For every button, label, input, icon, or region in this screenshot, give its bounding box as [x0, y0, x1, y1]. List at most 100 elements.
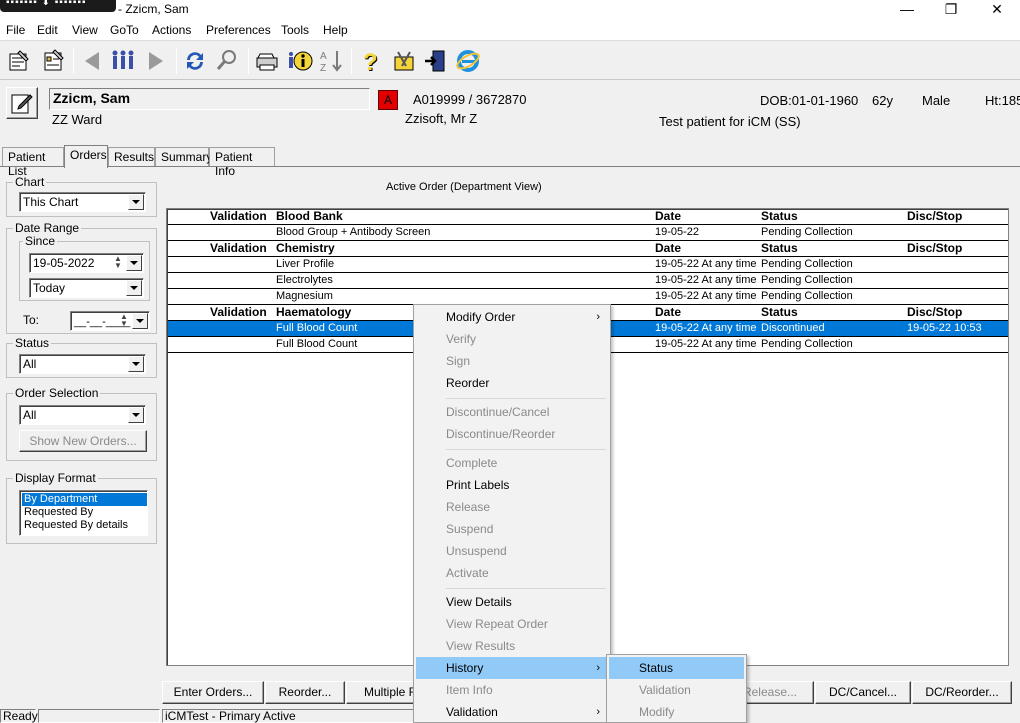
chevron-down-icon[interactable]: [126, 280, 142, 296]
to-date-picker[interactable]: __-__-____ ▲ ▼: [70, 311, 150, 331]
since-period-select[interactable]: Today: [29, 278, 144, 298]
menu-item-print-labels[interactable]: Print Labels: [416, 474, 608, 496]
menu-file[interactable]: File: [6, 23, 25, 37]
display-format-item[interactable]: Requested By details: [22, 519, 147, 532]
taskbar-badge: ▪▪▪▪▪▪▪ ⬇ ▪▪▪▪▪▪▪: [0, 0, 116, 12]
alert-badge[interactable]: A: [378, 90, 398, 110]
submenu-item-modify[interactable]: Modify: [609, 701, 744, 723]
menu-actions[interactable]: Actions: [152, 23, 191, 37]
show-new-orders-button[interactable]: Show New Orders...: [19, 430, 147, 452]
menu-item-complete[interactable]: Complete: [416, 452, 608, 474]
menu-item-suspend[interactable]: Suspend: [416, 518, 608, 540]
submenu-item-status[interactable]: Status: [609, 657, 744, 679]
back-arrow-icon[interactable]: [77, 46, 107, 76]
chevron-down-icon[interactable]: [126, 255, 142, 271]
chevron-down-icon[interactable]: [128, 407, 144, 423]
restore-button[interactable]: ❐: [928, 0, 974, 20]
menu-item-unsuspend[interactable]: Unsuspend: [416, 540, 608, 562]
edit-patient-button[interactable]: [6, 87, 38, 119]
submenu-item-validation[interactable]: Validation: [609, 679, 744, 701]
menu-item-sign[interactable]: Sign: [416, 350, 608, 372]
order-selection-label: Order Selection: [13, 386, 101, 400]
patient-list-icon[interactable]: [4, 46, 34, 76]
menu-item-view-details[interactable]: View Details: [416, 591, 608, 613]
menu-item-release[interactable]: Release: [416, 496, 608, 518]
menu-item-history[interactable]: History ›: [416, 657, 608, 679]
tab-patient-list[interactable]: Patient List: [2, 147, 64, 178]
menu-goto[interactable]: GoTo: [110, 23, 139, 37]
chevron-down-icon[interactable]: [132, 313, 148, 329]
date-spinner-icon[interactable]: ▲ ▼: [111, 255, 125, 271]
dc-reorder-button[interactable]: DC/Reorder...: [912, 681, 1012, 704]
help-icon[interactable]: ??: [356, 46, 386, 76]
refresh-icon[interactable]: [180, 46, 210, 76]
menu-preferences[interactable]: Preferences: [206, 23, 271, 37]
order-name: Full Blood Count: [276, 338, 358, 350]
menu-item-reorder[interactable]: Reorder: [416, 372, 608, 394]
order-name: Full Blood Count: [276, 322, 358, 334]
patient-name: Zzicm, Sam: [53, 90, 131, 106]
menu-help[interactable]: Help: [323, 23, 348, 37]
info-icon[interactable]: [285, 46, 315, 76]
table-row[interactable]: Magnesium 19-05-22 At any time Pending C…: [168, 289, 1008, 305]
print-icon[interactable]: [252, 46, 282, 76]
internet-explorer-icon[interactable]: [453, 46, 483, 76]
menu-tools[interactable]: Tools: [281, 23, 309, 37]
menu-item-view-repeat-order[interactable]: View Repeat Order: [416, 613, 608, 635]
status-label: Status: [13, 336, 52, 350]
chevron-right-icon: ›: [596, 311, 600, 323]
tab-orders[interactable]: Orders: [64, 145, 108, 168]
menu-item-verify[interactable]: Verify: [416, 328, 608, 350]
menu-separator: [446, 449, 606, 450]
dc-cancel-button[interactable]: DC/Cancel...: [815, 681, 911, 704]
table-row[interactable]: Blood Group + Antibody Screen 19-05-22 P…: [168, 225, 1008, 241]
orders-icon[interactable]: [38, 46, 68, 76]
col-status: Status: [761, 209, 798, 223]
status-select[interactable]: All: [19, 354, 146, 374]
display-format-list[interactable]: By Department Requested By Requested By …: [19, 490, 148, 536]
tab-summary[interactable]: Summary: [155, 147, 212, 167]
badge-text: ▪▪▪▪▪▪▪ ⬇ ▪▪▪▪▪▪▪: [6, 0, 87, 8]
patient-ids: A019999 / 3672870: [413, 92, 527, 107]
patient-age: 62y: [872, 93, 893, 108]
date-spinner-icon[interactable]: ▲ ▼: [117, 313, 131, 329]
menu-item-item-info[interactable]: Item Info: [416, 679, 608, 701]
release-button[interactable]: Release...: [740, 681, 814, 704]
enter-orders-button[interactable]: Enter Orders...: [162, 681, 264, 704]
people-icon[interactable]: [108, 46, 138, 76]
minimize-button[interactable]: —: [884, 0, 930, 20]
since-date-picker[interactable]: 19-05-2022 ▲ ▼: [29, 253, 144, 273]
chevron-down-icon[interactable]: [128, 194, 144, 210]
order-selection-select[interactable]: All: [19, 405, 146, 425]
table-row[interactable]: Electrolytes 19-05-22 At any time Pendin…: [168, 273, 1008, 289]
menu-item-modify-order[interactable]: Modify Order ›: [416, 306, 608, 328]
reorder-button[interactable]: Reorder...: [265, 681, 345, 704]
order-date: 19-05-22 At any time: [655, 258, 757, 270]
tab-patient-info[interactable]: Patient Info: [209, 147, 275, 178]
menu-item-discontinue-cancel[interactable]: Discontinue/Cancel: [416, 401, 608, 423]
search-icon[interactable]: [212, 46, 242, 76]
menu-item-validation[interactable]: Validation ›: [416, 701, 608, 723]
exit-icon[interactable]: [420, 46, 450, 76]
order-date: 19-05-22 At any time: [655, 290, 757, 302]
patient-ward: ZZ Ward: [52, 112, 103, 127]
table-row[interactable]: Liver Profile 19-05-22 At any time Pendi…: [168, 257, 1008, 273]
tools-icon[interactable]: [389, 46, 419, 76]
menu-item-view-results[interactable]: View Results: [416, 635, 608, 657]
sort-icon[interactable]: AZ: [316, 46, 346, 76]
close-button[interactable]: ✕: [974, 0, 1020, 20]
menu-view[interactable]: View: [72, 23, 98, 37]
menu-edit[interactable]: Edit: [37, 23, 58, 37]
chart-select[interactable]: This Chart: [19, 192, 146, 212]
chevron-down-icon[interactable]: [128, 356, 144, 372]
since-period-value: Today: [33, 281, 66, 295]
display-format-item[interactable]: Requested By: [22, 506, 147, 519]
notepad-icon: [11, 94, 33, 114]
col-status: Status: [761, 305, 798, 319]
forward-arrow-icon[interactable]: [141, 46, 171, 76]
col-department: Chemistry: [276, 241, 335, 255]
display-format-item-selected[interactable]: By Department: [22, 493, 147, 506]
menu-item-discontinue-reorder[interactable]: Discontinue/Reorder: [416, 423, 608, 445]
menu-item-activate[interactable]: Activate: [416, 562, 608, 584]
tab-results[interactable]: Results: [108, 147, 155, 167]
